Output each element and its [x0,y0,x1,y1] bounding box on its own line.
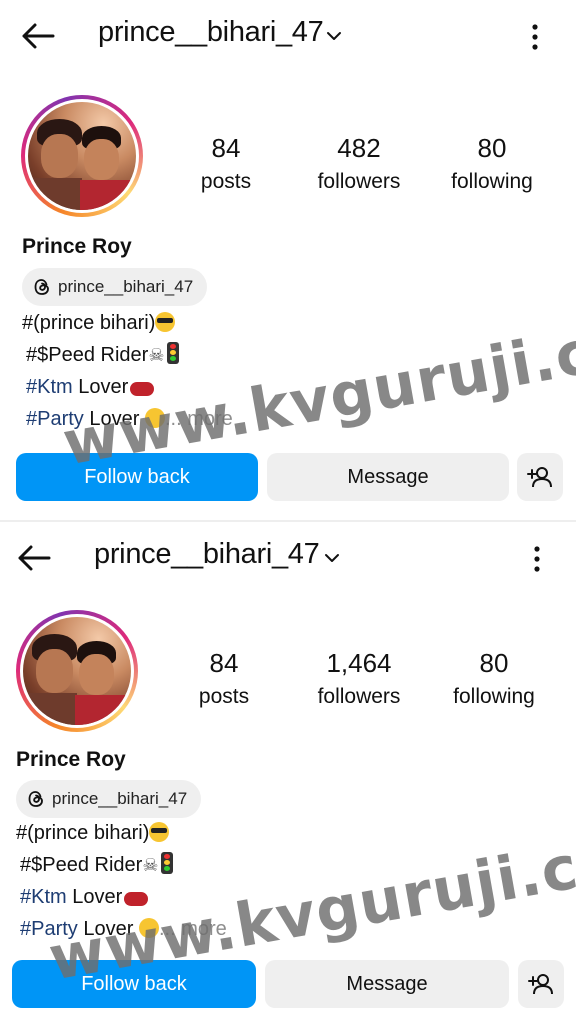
profile-header: prince__bihari_47 [0,522,576,594]
following-label: following [451,170,533,193]
bio-line-3: #Ktm Lover [26,371,155,403]
hashtag-link[interactable]: #Ktm [20,886,67,908]
bio-text: Lover [77,918,139,940]
bio-line-4: #Party Lover ... more [26,403,233,435]
sunglasses-emoji [155,312,176,332]
add-person-icon [528,974,553,995]
skull-emoji: ☠ [148,345,165,365]
username-title[interactable]: prince__bihari_47 [94,538,320,571]
bio-line-4: #Party Lover ... more [20,913,227,945]
posts-label: posts [200,170,252,193]
followers-count: 482 [337,133,381,163]
motorcycle-emoji [130,382,155,396]
motorcycle-emoji [124,892,149,906]
avatar[interactable] [16,610,138,732]
bio-line-2: #$Peed Rider☠ [20,849,174,881]
hashtag-link[interactable]: #Party [26,408,84,430]
skull-emoji: ☠ [142,855,159,875]
followers-stat[interactable]: 1,464 followers [294,647,424,711]
threads-icon [32,277,52,297]
back-button[interactable] [12,538,56,578]
followers-label: followers [317,170,401,193]
posts-stat[interactable]: 84 posts [161,132,291,196]
bio-line-2: #$Peed Rider☠ [26,339,180,371]
account-switcher-button[interactable] [324,26,344,46]
message-button[interactable]: Message [267,453,509,501]
follow-back-button[interactable]: Follow back [16,453,258,501]
suggest-people-button[interactable] [518,960,564,1008]
following-count: 80 [479,648,509,678]
profile-screenshot-1: prince__bihari_47 84 posts 482 followers… [0,0,576,520]
more-vertical-icon [532,24,538,50]
traffic-light-emoji [167,342,180,364]
follow-back-button[interactable]: Follow back [12,960,256,1008]
threads-badge[interactable]: prince__bihari_47 [22,268,208,306]
back-button[interactable] [16,16,60,56]
following-count: 80 [477,133,507,163]
posts-label: posts [198,685,250,708]
sunglasses-emoji [149,822,170,842]
threads-badge[interactable]: prince__bihari_47 [16,780,202,818]
display-name: Prince Roy [22,235,132,258]
posts-count: 84 [211,133,241,163]
followers-stat[interactable]: 482 followers [294,132,424,196]
bio-line-1: #(prince bihari) [16,817,170,849]
more-options-button[interactable] [520,20,550,54]
bio-text: #(prince bihari) [22,312,156,334]
back-arrow-icon [22,23,55,49]
avatar[interactable] [21,95,143,217]
chevron-down-icon [327,32,341,40]
profile-header: prince__bihari_47 [0,0,576,72]
bio-text: #(prince bihari) [16,822,150,844]
following-label: following [453,685,535,708]
traffic-light-emoji [161,852,174,874]
bio-text: #$Peed Rider [20,854,143,876]
more-link[interactable]: ... more [159,918,227,940]
hashtag-link[interactable]: #Ktm [26,376,73,398]
more-link[interactable]: ... more [165,408,233,430]
bio-text: Lover [83,408,145,430]
threads-handle: prince__bihari_47 [52,789,188,808]
hashtag-link[interactable]: #Party [20,918,78,940]
following-stat[interactable]: 80 following [427,132,557,196]
bio-line-3: #Ktm Lover [20,881,149,913]
kiss-emoji [138,918,159,938]
bio-text: #$Peed Rider [26,344,149,366]
threads-icon [26,789,46,809]
more-vertical-icon [534,546,540,572]
posts-stat[interactable]: 84 posts [159,647,289,711]
add-person-icon [527,467,552,488]
display-name: Prince Roy [16,748,126,771]
bio-text: Lover [72,376,129,398]
followers-label: followers [317,685,401,708]
message-button[interactable]: Message [265,960,509,1008]
bio-line-1: #(prince bihari) [22,307,176,339]
profile-screenshot-2: prince__bihari_47 84 posts 1,464 followe… [0,522,576,1024]
profile-photo [28,102,136,210]
following-stat[interactable]: 80 following [429,647,559,711]
suggest-people-button[interactable] [517,453,563,501]
kiss-emoji [144,408,165,428]
threads-handle: prince__bihari_47 [58,277,194,296]
account-switcher-button[interactable] [322,548,342,568]
posts-count: 84 [209,648,239,678]
more-options-button[interactable] [522,542,552,576]
chevron-down-icon [325,554,339,562]
back-arrow-icon [18,545,51,571]
followers-count: 1,464 [326,648,392,678]
profile-photo [23,617,131,725]
bio-text: Lover [66,886,123,908]
username-title[interactable]: prince__bihari_47 [98,16,324,49]
